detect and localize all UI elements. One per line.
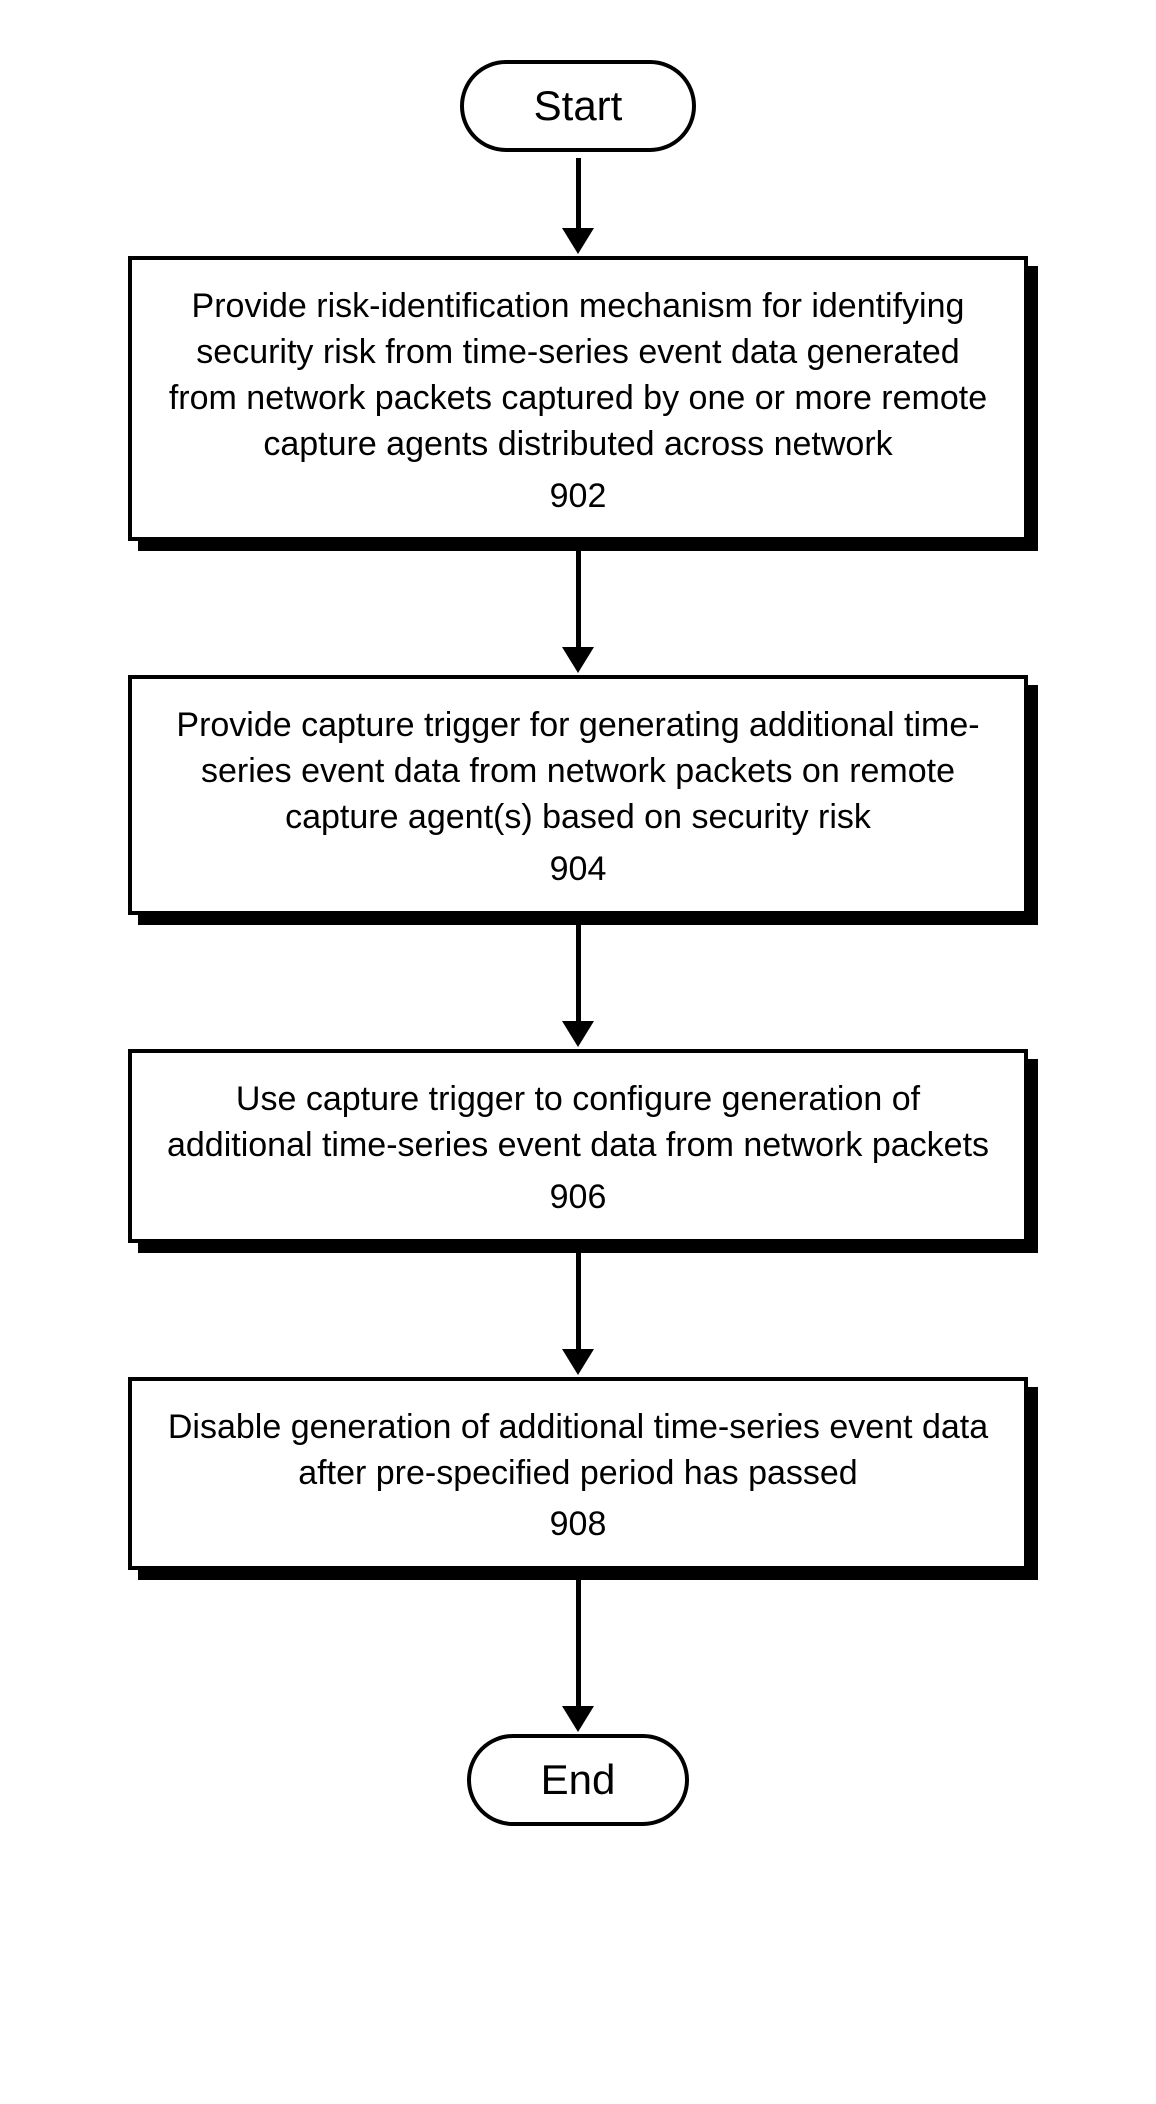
process-step-902: Provide risk-identification mechanism fo… <box>128 256 1028 541</box>
step-ref: 904 <box>162 847 994 893</box>
step-text: Provide capture trigger for generating a… <box>176 706 979 836</box>
arrow-icon <box>562 1249 594 1375</box>
step-text: Disable generation of additional time-se… <box>168 1408 988 1492</box>
end-label: End <box>541 1756 616 1803</box>
step-ref: 902 <box>162 474 994 520</box>
step-ref: 908 <box>162 1502 994 1548</box>
process-step-904: Provide capture trigger for generating a… <box>128 675 1028 915</box>
arrow-icon <box>562 547 594 673</box>
start-terminal: Start <box>460 60 697 152</box>
arrow-icon <box>562 158 594 254</box>
arrow-icon <box>562 1576 594 1732</box>
process-step-906: Use capture trigger to configure generat… <box>128 1049 1028 1243</box>
process-step-908: Disable generation of additional time-se… <box>128 1377 1028 1571</box>
step-text: Provide risk-identification mechanism fo… <box>169 287 987 463</box>
flowchart: Start Provide risk-identification mechan… <box>128 60 1028 1826</box>
step-text: Use capture trigger to configure generat… <box>167 1080 989 1164</box>
end-terminal: End <box>467 1734 690 1826</box>
step-ref: 906 <box>162 1175 994 1221</box>
start-label: Start <box>534 82 623 129</box>
arrow-icon <box>562 921 594 1047</box>
